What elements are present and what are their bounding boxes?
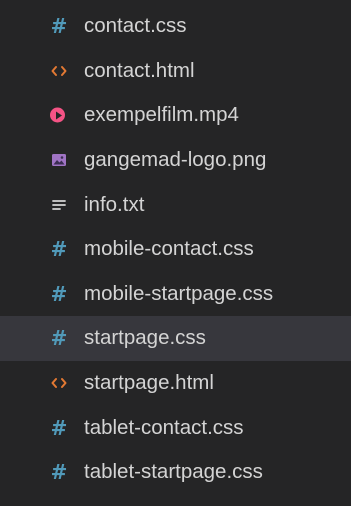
file-name: gangemad-logo.png <box>84 148 267 172</box>
file-item-tablet-startpage-css[interactable]: # tablet-startpage.css <box>0 450 351 495</box>
file-item-contact-css[interactable]: # contact.css <box>0 4 351 49</box>
css-hash-icon: # <box>50 281 68 306</box>
file-item-startpage-css[interactable]: # startpage.css <box>0 316 351 361</box>
html-brackets-icon <box>50 374 68 392</box>
css-hash-icon: # <box>50 14 68 39</box>
css-hash-icon: # <box>50 415 68 440</box>
file-item-contact-html[interactable]: contact.html <box>0 49 351 94</box>
file-explorer: # contact.css contact.html exempelfilm.m… <box>0 0 351 506</box>
file-name: tablet-contact.css <box>84 415 244 439</box>
file-name: startpage.html <box>84 371 214 395</box>
css-hash-icon: # <box>50 237 68 262</box>
file-item-mobile-contact-css[interactable]: # mobile-contact.css <box>0 227 351 272</box>
file-name: contact.html <box>84 58 195 82</box>
file-name: startpage.css <box>84 326 206 350</box>
css-hash-icon: # <box>50 326 68 351</box>
html-brackets-icon <box>50 62 68 80</box>
file-item-info-txt[interactable]: info.txt <box>0 182 351 227</box>
video-play-icon <box>50 107 65 123</box>
css-hash-icon: # <box>50 460 68 485</box>
file-item-mobile-startpage-css[interactable]: # mobile-startpage.css <box>0 272 351 317</box>
file-name: exempelfilm.mp4 <box>84 103 239 127</box>
file-name: mobile-contact.css <box>84 237 254 261</box>
file-name: contact.css <box>84 14 187 38</box>
file-list: # contact.css contact.html exempelfilm.m… <box>0 4 351 495</box>
file-item-startpage-html[interactable]: startpage.html <box>0 361 351 406</box>
file-item-exempelfilm-mp4[interactable]: exempelfilm.mp4 <box>0 93 351 138</box>
text-lines-icon <box>50 196 68 214</box>
file-item-tablet-contact-css[interactable]: # tablet-contact.css <box>0 405 351 450</box>
image-icon <box>50 151 68 169</box>
file-item-gangemad-logo-png[interactable]: gangemad-logo.png <box>0 138 351 183</box>
file-name: mobile-startpage.css <box>84 281 274 305</box>
file-name: info.txt <box>84 192 145 216</box>
file-name: tablet-startpage.css <box>84 460 263 484</box>
